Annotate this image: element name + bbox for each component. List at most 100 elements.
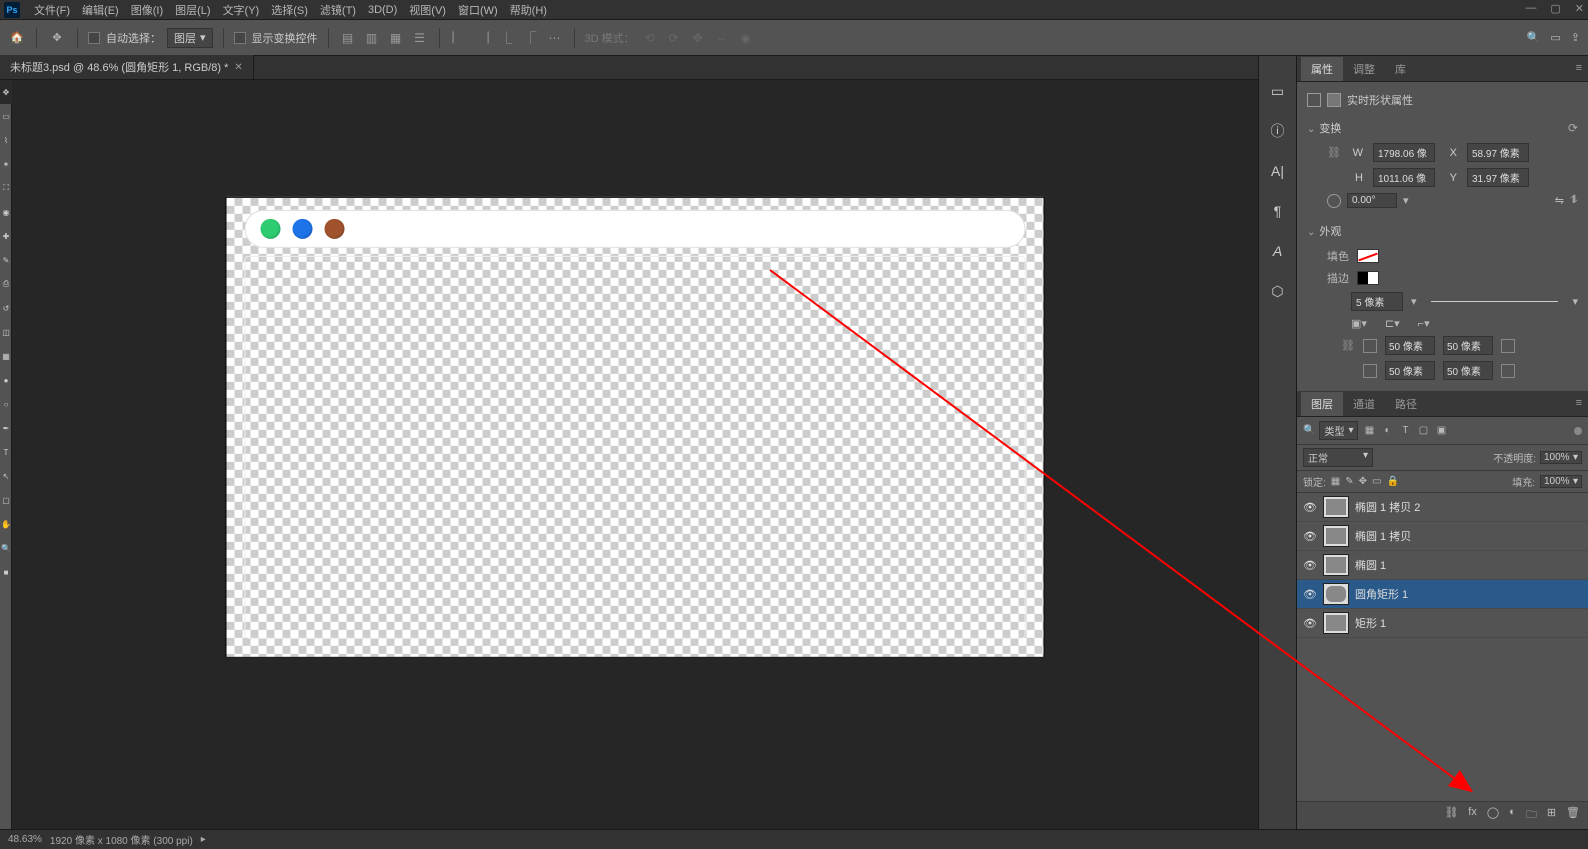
layer-name[interactable]: 椭圆 1 bbox=[1355, 557, 1386, 573]
corner-tl-input[interactable]: 50 像素 bbox=[1385, 336, 1435, 355]
dist-top-icon[interactable]: ⎸ bbox=[450, 29, 468, 47]
maximize-icon[interactable]: ▢ bbox=[1550, 2, 1560, 15]
gradient-tool[interactable]: ▦ bbox=[0, 344, 12, 368]
info-panel-icon[interactable]: ⓘ bbox=[1267, 120, 1289, 142]
angle-dropdown-icon[interactable]: ▾ bbox=[1403, 194, 1409, 207]
workspace-icon[interactable]: ▭ bbox=[1550, 31, 1560, 44]
flip-h-icon[interactable]: ⇋ bbox=[1555, 194, 1564, 207]
layer-name[interactable]: 椭圆 1 拷贝 2 bbox=[1355, 499, 1420, 515]
doc-dimensions[interactable]: 1920 像素 x 1080 像素 (300 ppi) bbox=[50, 832, 193, 847]
input-width[interactable]: 1798.06 像 bbox=[1373, 143, 1435, 162]
more-icon[interactable]: ⋯ bbox=[546, 29, 564, 47]
menu-layer[interactable]: 图层(L) bbox=[169, 0, 216, 20]
layer-fx-icon[interactable]: fx bbox=[1468, 806, 1477, 825]
wand-tool[interactable]: ✶ bbox=[0, 152, 12, 176]
dodge-tool[interactable]: ○ bbox=[0, 392, 12, 416]
menu-help[interactable]: 帮助(H) bbox=[504, 0, 553, 20]
adjustment-icon[interactable]: ◐ bbox=[1509, 806, 1516, 825]
link-wh-icon[interactable]: ⛓ bbox=[1327, 146, 1341, 160]
lock-brush-icon[interactable]: ✎ bbox=[1345, 476, 1353, 487]
stamp-tool[interactable]: ⎙ bbox=[0, 272, 12, 296]
layer-name[interactable]: 圆角矩形 1 bbox=[1355, 586, 1408, 602]
tab-channels[interactable]: 通道 bbox=[1343, 392, 1385, 416]
type-tool[interactable]: T bbox=[0, 440, 12, 464]
stroke-width-dropdown-icon[interactable]: ▾ bbox=[1411, 295, 1417, 308]
layer-mask-icon[interactable]: ◯ bbox=[1487, 806, 1499, 825]
corner-bl-input[interactable]: 50 像素 bbox=[1385, 361, 1435, 380]
move-tool-icon[interactable]: ✥ bbox=[47, 28, 67, 48]
layer-thumbnail[interactable] bbox=[1323, 525, 1349, 547]
flip-v-icon[interactable]: ⥮ bbox=[1570, 194, 1578, 207]
new-layer-icon[interactable]: ⊞ bbox=[1547, 806, 1556, 825]
panel-menu-icon[interactable]: ≡ bbox=[1576, 62, 1582, 74]
layer-name[interactable]: 矩形 1 bbox=[1355, 615, 1386, 631]
align-center-h-icon[interactable]: ▥ bbox=[363, 29, 381, 47]
tab-adjustments[interactable]: 调整 bbox=[1343, 57, 1385, 81]
hand-tool[interactable]: ✋ bbox=[0, 512, 12, 536]
lock-position-icon[interactable]: ✥ bbox=[1359, 476, 1367, 487]
corner-tr-input[interactable]: 50 像素 bbox=[1443, 336, 1493, 355]
corner-br-icon[interactable] bbox=[1501, 364, 1515, 378]
tab-paths[interactable]: 路径 bbox=[1385, 392, 1427, 416]
pen-tool[interactable]: ✒ bbox=[0, 416, 12, 440]
document-tab[interactable]: 未标题3.psd @ 48.6% (圆角矩形 1, RGB/8) * ✕ bbox=[0, 55, 254, 79]
lock-pixels-icon[interactable]: ▦ bbox=[1331, 476, 1340, 487]
lock-all-icon[interactable]: 🔒 bbox=[1386, 476, 1398, 487]
stroke-join-icon[interactable]: ⌐▾ bbox=[1418, 317, 1430, 330]
menu-edit[interactable]: 编辑(E) bbox=[76, 0, 125, 20]
layer-thumbnail[interactable] bbox=[1323, 583, 1349, 605]
visibility-toggle[interactable]: 👁 bbox=[1303, 559, 1317, 572]
layer-item[interactable]: 👁 椭圆 1 bbox=[1297, 551, 1588, 580]
stroke-align-icon[interactable]: ▣▾ bbox=[1351, 317, 1367, 330]
paragraph-panel-icon[interactable]: ¶ bbox=[1267, 200, 1289, 222]
blend-mode-dropdown[interactable]: 正常▾ bbox=[1303, 448, 1373, 467]
input-height[interactable]: 1011.06 像 bbox=[1373, 168, 1435, 187]
input-y[interactable]: 31.97 像素 bbox=[1467, 168, 1529, 187]
canvas-workspace[interactable] bbox=[12, 80, 1258, 829]
corner-br-input[interactable]: 50 像素 bbox=[1443, 361, 1493, 380]
panel-menu-icon[interactable]: ≡ bbox=[1576, 397, 1582, 409]
glyphs-panel-icon[interactable]: A bbox=[1267, 240, 1289, 262]
group-icon[interactable]: 🗀 bbox=[1526, 806, 1537, 825]
corner-tl-icon[interactable] bbox=[1363, 339, 1377, 353]
visibility-toggle[interactable]: 👁 bbox=[1303, 501, 1317, 514]
filter-pixel-icon[interactable]: ▦ bbox=[1362, 424, 1376, 438]
menu-image[interactable]: 图像(I) bbox=[125, 0, 169, 20]
zoom-tool[interactable]: 🔍 bbox=[0, 536, 12, 560]
link-corners-icon[interactable]: ⛓ bbox=[1341, 339, 1355, 353]
canvas[interactable] bbox=[226, 196, 1045, 657]
chevron-down-icon[interactable]: ⌄ bbox=[1307, 124, 1315, 135]
trash-icon[interactable]: 🗑 bbox=[1566, 806, 1580, 825]
fill-opacity-input[interactable]: 100%▾ bbox=[1540, 475, 1582, 488]
visibility-toggle[interactable]: 👁 bbox=[1303, 588, 1317, 601]
input-x[interactable]: 58.97 像素 bbox=[1467, 143, 1529, 162]
lock-artboard-icon[interactable]: ▭ bbox=[1372, 476, 1381, 487]
align-justify-icon[interactable]: ☰ bbox=[411, 29, 429, 47]
menu-file[interactable]: 文件(F) bbox=[28, 0, 76, 20]
filter-adjust-icon[interactable]: ◐ bbox=[1380, 424, 1394, 438]
marquee-tool[interactable]: ▭ bbox=[0, 104, 12, 128]
layer-item[interactable]: 👁 矩形 1 bbox=[1297, 609, 1588, 638]
stroke-style-preview[interactable] bbox=[1431, 301, 1559, 302]
tab-layers[interactable]: 图层 bbox=[1301, 392, 1343, 416]
filter-type-icon[interactable]: T bbox=[1398, 424, 1412, 438]
layer-item[interactable]: 👁 椭圆 1 拷贝 2 bbox=[1297, 493, 1588, 522]
dist-hspace-icon[interactable]: ⎾ bbox=[522, 29, 540, 47]
stroke-style-dropdown-icon[interactable]: ▾ bbox=[1572, 295, 1578, 308]
3d-panel-icon[interactable]: ⬡ bbox=[1267, 280, 1289, 302]
home-icon[interactable]: 🏠 bbox=[8, 29, 26, 47]
opacity-input[interactable]: 100%▾ bbox=[1540, 451, 1582, 464]
dist-vcenter-icon[interactable]: ⎹ bbox=[474, 29, 492, 47]
align-right-icon[interactable]: ▦ bbox=[387, 29, 405, 47]
status-menu-icon[interactable]: ▸ bbox=[201, 834, 206, 845]
layer-thumbnail[interactable] bbox=[1323, 554, 1349, 576]
zoom-value[interactable]: 48.63% bbox=[8, 834, 42, 845]
close-icon[interactable]: ✕ bbox=[1575, 2, 1584, 15]
auto-select-dropdown[interactable]: 图层▾ bbox=[167, 28, 213, 48]
reset-transform-icon[interactable]: ⟳ bbox=[1568, 121, 1578, 135]
filter-shape-icon[interactable]: ▢ bbox=[1416, 424, 1430, 438]
history-panel-icon[interactable]: ▭ bbox=[1267, 80, 1289, 102]
layer-item-selected[interactable]: 👁 圆角矩形 1 bbox=[1297, 580, 1588, 609]
link-layers-icon[interactable]: ⛓ bbox=[1444, 806, 1458, 825]
menu-type[interactable]: 文字(Y) bbox=[217, 0, 266, 20]
